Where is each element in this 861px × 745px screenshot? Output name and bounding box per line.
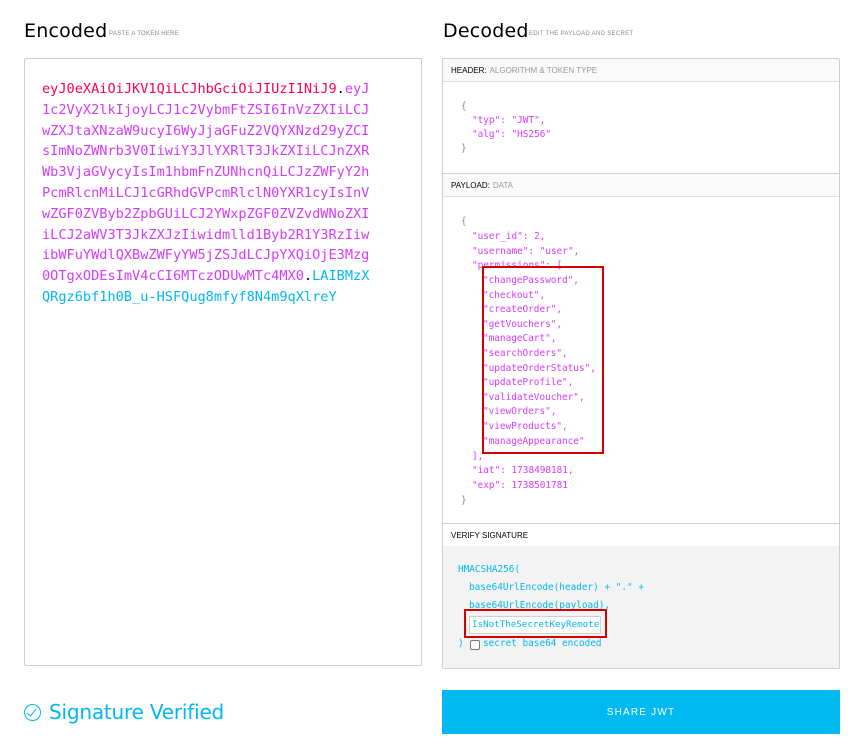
header-alg-line: "alg": "HS256" <box>472 129 552 140</box>
token-dot: . <box>336 81 345 97</box>
encoded-subtitle: PASTE A TOKEN HERE <box>109 31 180 37</box>
json-brace: { <box>461 101 467 112</box>
header-typ-line: "typ": "JWT", <box>472 115 546 126</box>
permissions-highlight-box <box>482 266 604 454</box>
payload-sublabel: DATA <box>492 181 513 190</box>
decoded-panel: HEADER: ALGORITHM & TOKEN TYPE { "typ": "… <box>442 58 840 669</box>
payload-label: PAYLOAD: <box>451 181 490 190</box>
token-dot: . <box>303 268 313 285</box>
verify-section-title: VERIFY SIGNATURE <box>443 524 839 547</box>
encoded-token[interactable]: eyJ0eXAiOiJKV1QiLCJhbGciOiJIUzI1NiJ9.eyJ… <box>42 79 377 308</box>
payload-exp-line: "exp": 1738501781 <box>472 480 568 491</box>
check-circle-icon <box>24 703 41 721</box>
header-label: HEADER: <box>451 66 487 75</box>
encoded-title: Encoded <box>24 20 108 42</box>
token-header-part: eyJ0eXAiOiJKV1QiLCJhbGciOiJIUzI1NiJ9 <box>42 81 337 97</box>
secret-highlight-box <box>464 609 607 638</box>
signature-status: Signature Verified <box>24 700 224 724</box>
header-sublabel: ALGORITHM & TOKEN TYPE <box>489 66 598 75</box>
verify-signature-body: HMACSHA256( base64UrlEncode(header) + ".… <box>443 546 839 668</box>
verify-header-line: base64UrlEncode(header) + "." + <box>469 582 644 593</box>
secret-base64-checkbox[interactable] <box>470 640 480 650</box>
decoded-title: Decoded <box>443 20 529 42</box>
share-jwt-button[interactable]: SHARE JWT <box>442 690 840 734</box>
verify-label: VERIFY SIGNATURE <box>451 531 529 540</box>
decoded-subtitle: EDIT THE PAYLOAD AND SECRET <box>529 31 634 37</box>
payload-user-id-line: "user_id": 2, <box>472 231 546 242</box>
verify-hmac-line: HMACSHA256( <box>458 564 521 575</box>
secret-base64-label: secret base64 encoded <box>483 638 602 649</box>
header-json-editor[interactable]: { "typ": "JWT", "alg": "HS256" } <box>461 100 821 160</box>
json-brace: { <box>461 216 467 227</box>
verify-close-paren: ) <box>458 638 464 649</box>
signature-verified-text: Signature Verified <box>49 700 225 724</box>
token-payload-part: eyJ1c2VyX2lkIjoyLCJ1c2VybmFtZSI6InVzZXIi… <box>42 81 370 285</box>
json-brace: } <box>461 495 467 506</box>
header-section-title: HEADER: ALGORITHM & TOKEN TYPE <box>443 59 839 82</box>
payload-section-title: PAYLOAD: DATA <box>443 174 839 197</box>
payload-username-line: "username": "user", <box>472 246 580 257</box>
encoded-token-editor[interactable]: eyJ0eXAiOiJKV1QiLCJhbGciOiJIUzI1NiJ9.eyJ… <box>24 58 422 666</box>
payload-iat-line: "iat": 1738498181, <box>472 465 574 476</box>
json-brace: } <box>461 143 467 154</box>
